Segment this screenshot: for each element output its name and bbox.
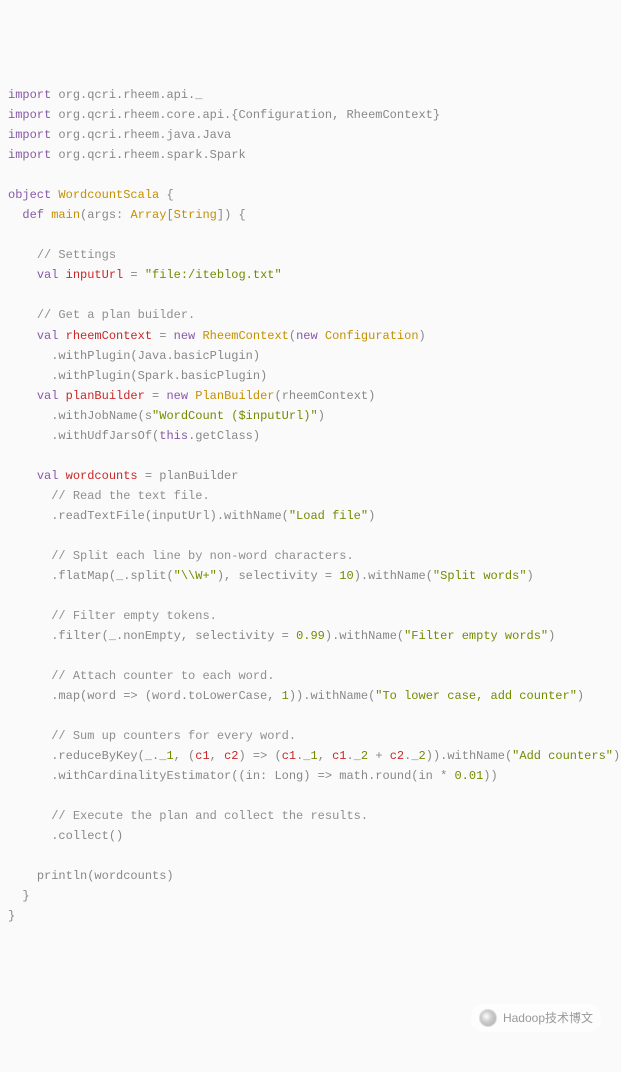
comment-attach: // Attach counter to each word. <box>51 669 274 683</box>
comment-exec: // Execute the plan and collect the resu… <box>51 809 368 823</box>
keyword-import: import <box>8 108 51 122</box>
object-name: WordcountScala <box>58 188 159 202</box>
comment-builder: // Get a plan builder. <box>37 308 195 322</box>
keyword-object: object <box>8 188 51 202</box>
keyword-import: import <box>8 148 51 162</box>
comment-sum: // Sum up counters for every word. <box>51 729 296 743</box>
wechat-icon <box>479 1009 497 1027</box>
watermark-text: Hadoop技术博文 <box>503 1008 593 1028</box>
comment-read: // Read the text file. <box>51 489 209 503</box>
keyword-import: import <box>8 88 51 102</box>
keyword-val: val <box>37 329 59 343</box>
keyword-def: def <box>22 208 44 222</box>
keyword-val: val <box>37 469 59 483</box>
keyword-import: import <box>8 128 51 142</box>
keyword-val: val <box>37 389 59 403</box>
code-block: import org.qcri.rheem.api._ import org.q… <box>8 85 613 926</box>
comment-split: // Split each line by non-word character… <box>51 549 353 563</box>
comment-filter: // Filter empty tokens. <box>51 609 217 623</box>
watermark: Hadoop技术博文 <box>471 1004 601 1032</box>
method-main: main <box>51 208 80 222</box>
string-inputurl: "file:/iteblog.txt" <box>145 268 282 282</box>
keyword-val: val <box>37 268 59 282</box>
comment-settings: // Settings <box>37 248 116 262</box>
